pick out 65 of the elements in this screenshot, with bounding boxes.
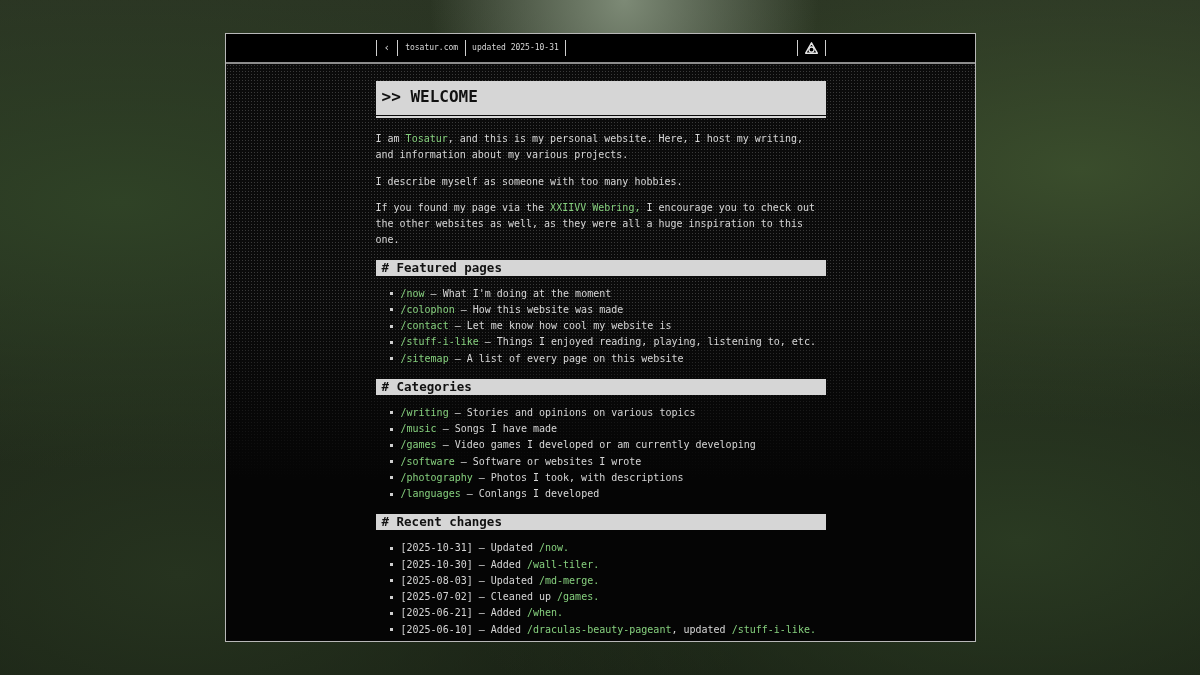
section-heading: # Categories bbox=[375, 378, 826, 395]
list-item: /contact — Let me know how cool my website is bbox=[400, 319, 672, 333]
bullet-icon bbox=[389, 324, 393, 328]
intro-paragraph: I describe myself as someone with too many hobbies. bbox=[375, 174, 684, 189]
section-heading: # Featured pages bbox=[375, 259, 826, 276]
list-item: [2025-06-21] — Added /when. bbox=[400, 606, 564, 621]
bullet-icon bbox=[389, 292, 393, 296]
page-link[interactable]: /music bbox=[400, 423, 437, 434]
intro-paragraph: I am Tosatur, and this is my personal website. Here, I host my writing, and information about my various projects. bbox=[375, 132, 804, 163]
page-link[interactable]: /stuff-i-like bbox=[400, 336, 479, 348]
list-item: /now — What I'm doing at the moment bbox=[400, 286, 612, 301]
page-link[interactable]: /draculas-beauty-pageant bbox=[526, 623, 672, 635]
page-title: >> WELCOME bbox=[375, 81, 826, 118]
bullet-icon bbox=[389, 411, 393, 415]
page-link[interactable]: /games. bbox=[557, 591, 600, 602]
list-item: [2025-10-31] — Updated /now. bbox=[400, 541, 570, 556]
triangle-icon[interactable] bbox=[804, 42, 818, 54]
list-item: /stuff-i-like — Things I enjoyed reading, playing, listening to, etc. bbox=[400, 335, 816, 350]
page-link[interactable]: /contact bbox=[400, 320, 449, 331]
list-item: /photography — Photos I took, with descriptions bbox=[400, 470, 684, 485]
bullet-icon bbox=[389, 476, 393, 480]
page-link[interactable]: /now bbox=[400, 287, 425, 299]
page-link[interactable]: /games bbox=[400, 439, 437, 451]
page-link[interactable]: /languages bbox=[400, 488, 461, 499]
bullet-icon bbox=[389, 579, 393, 583]
intro-paragraph: If you found my page via the XXIIVV Webring, I encourage you to check out the other websites as well, as they were all a huge inspiration to this one. bbox=[375, 200, 817, 248]
list-item: /music — Songs I have made bbox=[400, 422, 558, 436]
site-link[interactable]: tosatur.com bbox=[398, 40, 466, 56]
page-link[interactable]: /stuff-i-like. bbox=[731, 623, 816, 635]
list-item: /games — Video games I developed or am currently developing bbox=[400, 438, 756, 453]
page-link[interactable]: /colophon bbox=[400, 303, 455, 315]
bullet-icon bbox=[389, 563, 393, 567]
list-item: [2025-07-02] — Cleaned up /games. bbox=[400, 590, 600, 604]
bullet-icon bbox=[389, 628, 393, 632]
updated-date: updated 2025-10-31 bbox=[471, 42, 560, 54]
page-link[interactable]: /software bbox=[400, 455, 455, 467]
page-link[interactable]: /when. bbox=[526, 607, 564, 619]
page-link[interactable]: /sitemap bbox=[400, 352, 449, 364]
bullet-icon bbox=[389, 595, 393, 599]
bullet-icon bbox=[389, 308, 393, 312]
page-link[interactable]: /writing bbox=[400, 406, 449, 418]
bullet-icon bbox=[389, 611, 393, 615]
bullet-icon bbox=[389, 357, 393, 361]
list-item: [2025-08-03] — Updated /md-merge. bbox=[400, 573, 600, 588]
page-link[interactable]: /wall-tiler. bbox=[526, 558, 600, 570]
bullet-icon bbox=[389, 492, 393, 496]
page-link[interactable]: /md-merge. bbox=[539, 574, 600, 586]
list-item: /software — Software or websites I wrote bbox=[400, 454, 642, 469]
list-item: [2025-10-30] — Added /wall-tiler. bbox=[400, 557, 600, 572]
page-link[interactable]: /photography bbox=[400, 471, 473, 483]
page-link[interactable]: Tosatur bbox=[405, 133, 448, 144]
page-link[interactable]: /now. bbox=[539, 542, 570, 554]
bullet-icon bbox=[389, 546, 393, 550]
list-item: /colophon — How this website was made bbox=[400, 302, 624, 317]
bullet-icon bbox=[389, 443, 393, 447]
page-link[interactable]: XXIIVV Webring, bbox=[550, 201, 641, 213]
list-item: [2025-06-10] — Added /draculas-beauty-pageant, updated /stuff-i-like. bbox=[400, 622, 816, 637]
bullet-icon bbox=[389, 340, 393, 344]
list-item: /sitemap — A list of every page on this website bbox=[400, 351, 684, 366]
section-heading: # Recent changes bbox=[375, 514, 826, 531]
back-link[interactable]: ‹ bbox=[376, 40, 398, 56]
list-item: /writing — Stories and opinions on various topics bbox=[400, 405, 696, 420]
bullet-icon bbox=[389, 427, 393, 431]
bullet-icon bbox=[389, 460, 393, 464]
list-item: /languages — Conlangs I developed bbox=[400, 487, 600, 501]
